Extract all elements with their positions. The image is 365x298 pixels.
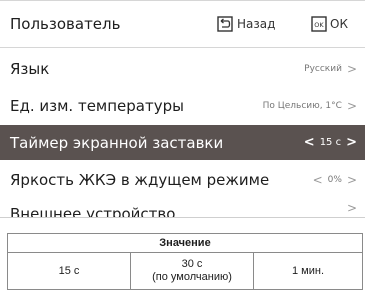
menu-item-label: Яркость ЖКЭ в ждущем режиме <box>10 170 270 189</box>
table-cell-text: 1 мин. <box>291 264 324 277</box>
table-cell-text: 30 с <box>181 258 203 270</box>
screen-header: Пользователь Назад OK ОК <box>0 0 365 48</box>
menu-item-language[interactable]: Язык Русский > <box>0 51 365 86</box>
chevron-left-icon: < <box>312 172 323 187</box>
device-screen: Пользователь Назад OK ОК Язык Русский > … <box>0 0 365 220</box>
ok-icon-text: OK <box>314 21 324 29</box>
table-cell: 1 мин. <box>253 252 363 290</box>
ok-icon: OK <box>311 16 327 32</box>
chevron-right-icon[interactable]: > <box>346 135 357 150</box>
back-label: Назад <box>237 17 276 31</box>
back-button[interactable]: Назад <box>217 14 275 34</box>
back-icon <box>217 16 233 32</box>
values-table: Значение 15 с 30 с (по умолчанию) 1 мин. <box>7 233 363 290</box>
menu-item-value: По Цельсию, 1°C <box>262 100 342 111</box>
chevron-left-icon[interactable]: < <box>304 135 315 150</box>
menu-item-lcd-standby-brightness[interactable]: Яркость ЖКЭ в ждущем режиме < 0% > <box>0 162 365 197</box>
table-cell: 15 с <box>7 252 131 290</box>
table-cell: 30 с (по умолчанию) <box>130 252 254 290</box>
chevron-right-icon: > <box>346 201 357 215</box>
chevron-right-icon: > <box>346 98 357 113</box>
table-cell-text: 15 с <box>58 264 80 277</box>
menu-item-screensaver-timer[interactable]: Таймер экранной заставки < 15 с > <box>0 125 365 160</box>
menu-item-value: 0% <box>327 174 342 185</box>
menu-item-label: Язык <box>10 59 50 78</box>
menu-item-label: Ед. изм. температуры <box>10 96 184 115</box>
menu-item-label: Внешнее устройство <box>10 205 176 217</box>
table-row: 15 с 30 с (по умолчанию) 1 мин. <box>7 252 363 290</box>
page-title: Пользователь <box>10 15 121 33</box>
table-header: Значение <box>7 233 363 253</box>
chevron-right-icon: > <box>346 61 357 76</box>
menu-item-external-device[interactable]: Внешнее устройство > <box>0 199 365 217</box>
menu-item-value: Русский <box>304 63 342 74</box>
ok-button[interactable]: OK ОК <box>311 14 348 34</box>
menu-item-label: Таймер экранной заставки <box>10 133 224 152</box>
ok-label: ОК <box>330 17 348 31</box>
divider <box>0 217 365 220</box>
table-cell-note: (по умолчанию) <box>152 271 232 283</box>
menu-item-temperature-unit[interactable]: Ед. изм. температуры По Цельсию, 1°C > <box>0 88 365 123</box>
menu-item-value: 15 с <box>319 137 342 148</box>
chevron-right-icon: > <box>346 172 357 187</box>
